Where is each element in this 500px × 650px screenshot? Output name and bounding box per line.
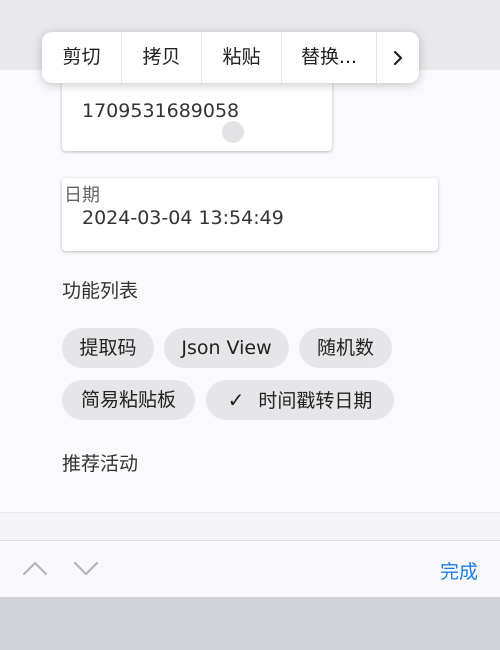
chip-label: Json View bbox=[181, 337, 272, 359]
chevron-down-icon[interactable] bbox=[73, 558, 99, 578]
chip-extract-code[interactable]: 提取码 bbox=[62, 328, 154, 368]
checkmark-icon: ✓ bbox=[227, 388, 245, 412]
chip-label: 提取码 bbox=[79, 337, 137, 359]
menu-item-paste[interactable]: 粘贴 bbox=[202, 32, 282, 83]
date-field-value[interactable]: 2024-03-04 13:54:49 bbox=[82, 207, 284, 229]
chevron-right-icon bbox=[393, 50, 403, 65]
date-field-label: 日期 bbox=[64, 185, 100, 206]
chip-random-number[interactable]: 随机数 bbox=[299, 328, 392, 368]
text-cursor-handle[interactable] bbox=[222, 121, 244, 143]
content-divider bbox=[0, 512, 500, 541]
chip-label: 简易粘贴板 bbox=[80, 389, 176, 411]
features-title: 功能列表 bbox=[62, 280, 139, 302]
chip-timestamp-to-date[interactable]: ✓ 时间戳转日期 bbox=[206, 380, 394, 420]
chip-simple-clipboard[interactable]: 简易粘贴板 bbox=[62, 380, 195, 420]
chevron-up-icon[interactable] bbox=[22, 558, 48, 578]
menu-item-replace[interactable]: 替换... bbox=[282, 32, 377, 83]
chip-label: 时间戳转日期 bbox=[258, 390, 373, 412]
keyboard-area bbox=[0, 597, 500, 650]
menu-item-cut[interactable]: 剪切 bbox=[42, 32, 122, 83]
timestamp-value[interactable]: 1709531689058 bbox=[82, 100, 239, 122]
chip-label: 随机数 bbox=[316, 337, 374, 359]
menu-item-copy[interactable]: 拷贝 bbox=[122, 32, 202, 83]
recommend-title: 推荐活动 bbox=[62, 453, 139, 475]
menu-more-button[interactable] bbox=[377, 32, 419, 83]
done-button[interactable]: 完成 bbox=[440, 557, 478, 584]
chip-json-view[interactable]: Json View bbox=[164, 328, 289, 368]
text-context-menu: 剪切 拷贝 粘贴 替换... bbox=[42, 32, 419, 83]
